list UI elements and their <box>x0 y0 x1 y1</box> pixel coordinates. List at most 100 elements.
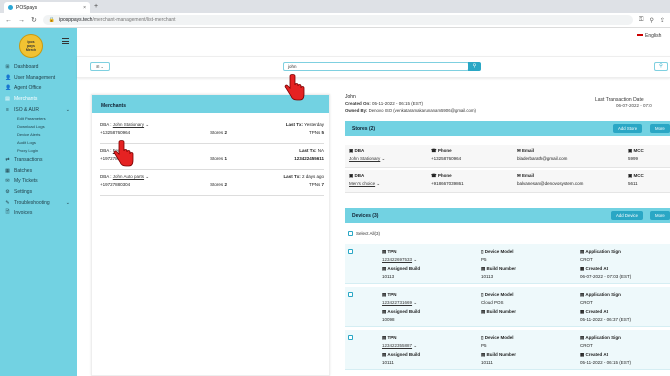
filter-button[interactable]: ⚲ <box>654 62 668 71</box>
tpn-value: 123422455611 <box>294 156 324 161</box>
stores-count: 1 <box>224 156 227 161</box>
sidebar-subitem-device-alerts[interactable]: Device Alerts <box>0 131 77 139</box>
store-row[interactable]: ▣ DBA John Stationary ⌄ ☎ Phone +132587609… <box>345 145 670 168</box>
sidebar-subitem-proxy-login[interactable]: Proxy Login <box>0 147 77 155</box>
build-icon: ▤ <box>382 352 387 357</box>
store-email: bladerbarath@gmail.com <box>517 156 568 161</box>
sign-label: Application Sign <box>585 292 621 297</box>
chevron-down-icon[interactable]: ⌄ <box>145 122 149 128</box>
sidebar-subitem-audit-logs[interactable]: Audit Logs <box>0 139 77 147</box>
chevron-down-icon[interactable]: ⌄ <box>382 156 386 161</box>
new-tab-icon[interactable]: + <box>94 3 98 11</box>
select-all-checkbox[interactable] <box>348 231 353 236</box>
tpn-link[interactable]: 123422355887 <box>382 343 412 348</box>
sidebar-item-invoices[interactable]: 🗎 Invoices <box>0 208 77 219</box>
menu-toggle-icon[interactable] <box>62 38 69 46</box>
sidebar-item-batches[interactable]: ▦ Batches <box>0 166 77 177</box>
sidebar-item-my-tickets[interactable]: ✉ My Tickets <box>0 176 77 187</box>
sidebar-item-iso-aur[interactable]: ≡ ISO & AUR ⌄ <box>0 104 77 115</box>
language-selector[interactable]: English <box>637 33 661 39</box>
merchant-dba-link[interactable]: John Auto parts <box>113 174 144 180</box>
back-icon[interactable]: ← <box>5 17 12 24</box>
app-sign: CROT <box>580 256 593 262</box>
dba-label: DBA <box>354 173 365 178</box>
sidebar-item-merchants[interactable]: ▤ Merchants <box>0 94 77 105</box>
email-label: Email <box>522 148 535 153</box>
sidebar-subitem-edit-parameters[interactable]: Edit Parameters <box>0 115 77 123</box>
device-row[interactable]: ▤ TPN 123422697533 ⌄ ▯ Device Model P5 ▤ A… <box>345 244 670 284</box>
zoom-icon[interactable]: ⚲ <box>649 17 653 24</box>
tpn-icon: ▤ <box>382 335 387 340</box>
assigned-label: Assigned Build <box>387 266 421 271</box>
url-host: iposppays.tech <box>59 17 93 23</box>
close-tab-icon[interactable]: × <box>83 5 86 11</box>
select-all-label: Select All(3) <box>356 231 381 236</box>
search-input[interactable]: john <box>283 62 469 71</box>
phone-label: Phone <box>437 173 452 178</box>
chevron-down-icon[interactable]: ⌄ <box>413 257 417 262</box>
chevron-down-icon[interactable]: ⌄ <box>413 343 417 348</box>
hand-pointer-icon <box>284 74 305 101</box>
last-tx-label: Last Tx: <box>299 148 317 153</box>
tpns-count: 7 <box>321 182 324 187</box>
sidebar-item-label: Dashboard <box>14 64 39 71</box>
model-label: Device Model <box>484 249 514 254</box>
chevron-down-icon[interactable]: ⌄ <box>376 181 380 186</box>
tab-title: POSpays <box>16 4 38 11</box>
store-phone: +13258760964 <box>431 156 462 161</box>
email-icon: ✉ <box>517 173 521 178</box>
sidebar-item-user-management[interactable]: 👤 User Management <box>0 73 77 84</box>
tpn-link[interactable]: 123422697533 <box>382 257 412 262</box>
select-all[interactable]: Select All(3) <box>348 231 380 236</box>
sidebar-item-agent-office[interactable]: 👤 Agent Office <box>0 83 77 94</box>
merchant-dba-link[interactable]: John Stationary <box>113 122 144 128</box>
add-device-button[interactable]: Add Device <box>611 211 643 220</box>
calendar-icon: ▦ <box>580 352 585 357</box>
device-checkbox[interactable] <box>348 292 353 297</box>
build-label: Build Number <box>486 309 517 314</box>
sign-icon: ▤ <box>580 335 585 340</box>
stores-label: Stores <box>210 156 224 161</box>
tpn-link[interactable]: 123422731669 <box>382 300 412 305</box>
assigned-label: Assigned Build <box>387 309 421 314</box>
tpn-icon: ▤ <box>382 292 387 297</box>
chevron-down-icon[interactable]: ⌄ <box>413 300 417 305</box>
forward-icon[interactable]: → <box>18 17 25 24</box>
browser-tab[interactable]: POSpays × <box>4 2 90 13</box>
key-icon[interactable]: ⚿ <box>639 17 644 24</box>
sidebar-item-troubleshooting[interactable]: ✎ Troubleshooting ⌄ <box>0 197 77 208</box>
address-bar[interactable]: 🔒 iposppays.tech/merchant-management/lis… <box>42 15 633 25</box>
view-selector[interactable]: ⊞ ⌄ <box>90 62 110 71</box>
chevron-down-icon[interactable]: ⌄ <box>145 174 149 180</box>
store-dba-link[interactable]: John Stationary <box>349 156 380 161</box>
merchant-card[interactable]: DBA : John Auto parts ⌄ Last Tx: 2 days a… <box>100 172 324 196</box>
share-icon[interactable]: ⇪ <box>660 17 665 24</box>
sidebar-subitem-download-logs[interactable]: Download Logs <box>0 123 77 131</box>
sidebar-item-dashboard[interactable]: ⊞ Dashboard <box>0 62 77 73</box>
device-row[interactable]: ▤ TPN 123422731669 ⌄ ▯ Device Model Cloud … <box>345 287 670 327</box>
created-at: 06-07-2022 - 07:03 (EST) <box>580 273 632 279</box>
search-button[interactable]: ⚲ <box>468 62 481 71</box>
app-logo[interactable]: ipos pays Merch <box>19 34 43 58</box>
assigned-build: 10111 <box>382 359 394 365</box>
device-row[interactable]: ▤ TPN 123422355887 ⌄ ▯ Device Model P5 ▤ A… <box>345 330 670 370</box>
build-icon: ▤ <box>382 309 387 314</box>
mcc-label: MCC <box>633 173 644 178</box>
reload-icon[interactable]: ↻ <box>31 16 37 24</box>
store-dba-link[interactable]: Men's choice <box>349 181 375 186</box>
add-store-button[interactable]: Add Store <box>613 124 643 133</box>
stores-more-button[interactable]: More <box>650 124 670 133</box>
hand-pointer-icon <box>113 140 134 167</box>
sidebar-item-transactions[interactable]: ⇄ Transactions <box>0 155 77 166</box>
devices-more-button[interactable]: More <box>650 211 670 220</box>
last-tx-value: Yesterday <box>304 122 324 127</box>
device-checkbox[interactable] <box>348 335 353 340</box>
sidebar-item-settings[interactable]: ⚙ Settings <box>0 187 77 198</box>
device-checkbox[interactable] <box>348 249 353 254</box>
created-label: Created At <box>585 266 609 271</box>
tpn-icon: ▤ <box>382 249 387 254</box>
store-row[interactable]: ▣ DBA Men's choice ⌄ ☎ Phone +918667039861… <box>345 170 670 193</box>
dba-label: DBA : <box>100 122 112 127</box>
app-sign: CROT <box>580 342 593 348</box>
flag-icon <box>637 34 643 38</box>
